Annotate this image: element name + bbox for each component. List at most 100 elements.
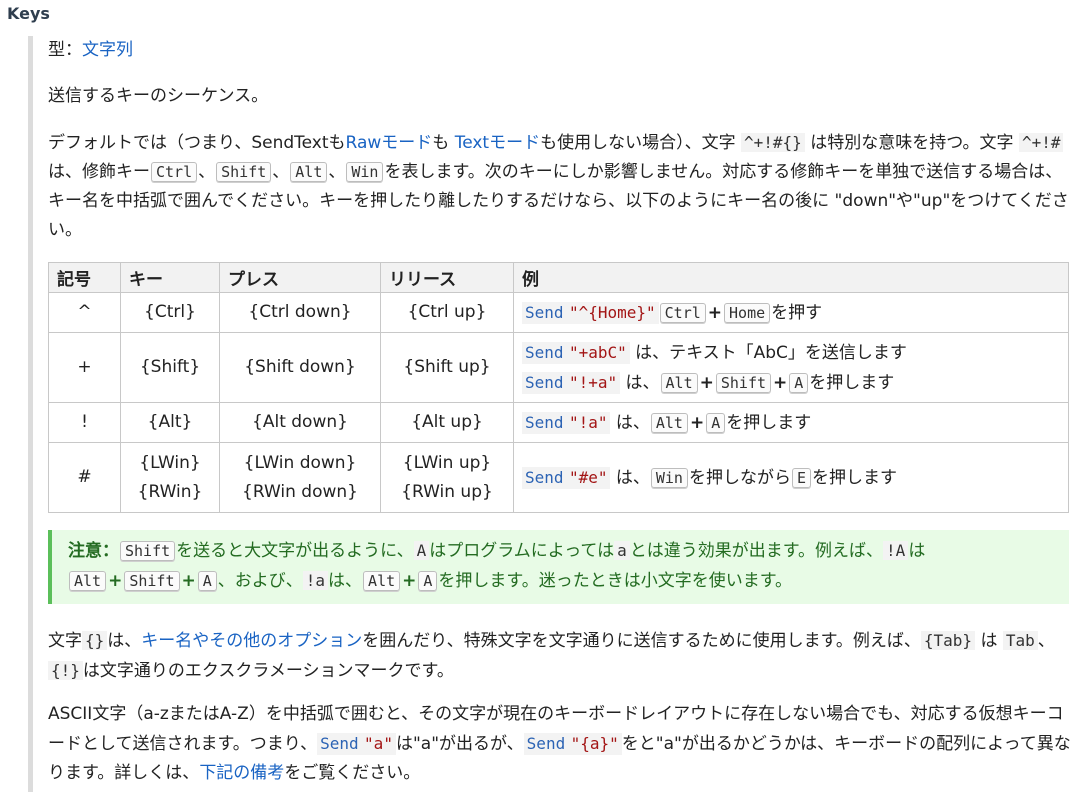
text: は、 — [620, 372, 660, 393]
example-line: Send "+abC" は、テキスト「AbC」を送信します — [522, 338, 1060, 368]
string-literal: "!a" — [568, 412, 608, 432]
key-rwin: {RWin} — [137, 481, 203, 502]
plus-sign: + — [699, 372, 714, 393]
kbd-alt: Alt — [290, 162, 328, 182]
text: は文字通りのエクスクラメーションマークです。 — [82, 661, 454, 681]
type-line: 型：文字列 — [48, 36, 133, 65]
code-bang-A: !A — [883, 541, 909, 560]
kbd-home: Home — [724, 302, 771, 323]
text: 、 — [198, 162, 216, 182]
raw-mode-link[interactable]: Rawモード — [346, 133, 433, 153]
cell-key: {Shift} — [120, 332, 220, 403]
code-modifier-chars: ^+!# — [1018, 133, 1064, 152]
text: を押します。迷ったときは小文字を使います。 — [438, 571, 793, 591]
plus-sign: + — [181, 571, 196, 591]
kbd-e: E — [791, 467, 811, 488]
type-label: 型： — [48, 40, 82, 60]
text: を押します — [812, 467, 897, 488]
text: をご覧ください。 — [284, 763, 421, 783]
kbd-shift: Shift — [120, 541, 176, 561]
text: は、テキスト「AbC」を送信します — [629, 342, 907, 363]
kbd-shift: Shift — [124, 571, 180, 591]
kbd-a: A — [789, 372, 809, 393]
text: 文字 — [48, 631, 82, 651]
remarks-link[interactable]: 下記の備考 — [199, 763, 284, 783]
cell-example: Send "+abC" は、テキスト「AbC」を送信します Send "!+a" … — [513, 332, 1069, 403]
kbd-win: Win — [650, 467, 688, 488]
code-a: a — [614, 541, 630, 560]
plus-sign: + — [707, 302, 723, 323]
kbd-alt: Alt — [660, 372, 698, 393]
keyword: Send — [525, 342, 564, 362]
header-key: キー — [120, 262, 220, 293]
cell-press: {Shift down} — [219, 332, 381, 403]
code-example: Send "!a" — [522, 411, 611, 434]
cell-press: {Alt down} — [219, 402, 381, 443]
code-bang-a: !a — [302, 571, 329, 590]
text: は、修飾キー — [48, 162, 150, 182]
cell-key: {Ctrl} — [120, 292, 220, 333]
cell-symbol: ! — [48, 402, 121, 443]
table-row: + {Shift} {Shift down} {Shift up} Send "… — [48, 332, 1069, 403]
cell-release: {LWin up} {RWin up} — [380, 442, 514, 513]
type-link[interactable]: 文字列 — [82, 40, 133, 60]
note-box: 注意： Shift を送ると大文字が出るように、 A はプログラムによっては a とは違う効… — [48, 530, 1069, 604]
code-special-chars: ^+!#{} — [741, 133, 805, 152]
code-example: Send "!+a" — [522, 371, 621, 394]
modifier-table: 記号 キー プレス リリース 例 ^ {Ctrl} {Ctrl down} {C… — [48, 262, 1069, 513]
code-tab: Tab — [1002, 631, 1038, 650]
code-braces: {} — [82, 631, 108, 650]
text: を押します — [809, 372, 895, 393]
cell-press: {Ctrl down} — [219, 292, 381, 333]
cell-example: Send "^{Home}" Ctrl + Home を押す — [513, 292, 1069, 333]
text: は、 — [107, 631, 142, 651]
text-mode-link[interactable]: Textモード — [455, 133, 540, 153]
text: は、 — [610, 412, 650, 433]
plus-sign: + — [402, 571, 417, 591]
cell-example: Send "!a" は、 Alt + A を押します — [513, 402, 1069, 443]
text: を押す — [771, 302, 823, 323]
key-names-link[interactable]: キー名やその他のオプション — [141, 631, 362, 651]
code-example: Send "^{Home}" — [522, 301, 659, 324]
example-line: Send "!+a" は、 Alt + Shift + A を押します — [522, 368, 1060, 398]
text: デフォルトでは（つまり、SendTextも — [48, 133, 346, 153]
code-example: Send "a" — [317, 733, 396, 755]
string-literal: "a" — [364, 734, 393, 753]
string-literal: "!+a" — [568, 372, 618, 392]
cell-key: {Alt} — [120, 402, 220, 443]
code-example: Send "#e" — [522, 466, 611, 489]
kbd-ctrl: Ctrl — [659, 302, 706, 323]
string-literal: "+abC" — [568, 342, 627, 362]
keyword: Send — [525, 412, 564, 432]
key-lwin: {LWin} — [139, 452, 201, 473]
text: も使用しない場合）、文字 — [540, 133, 741, 153]
keyword: Send — [525, 372, 564, 392]
cell-key: {LWin} {RWin} — [120, 442, 220, 513]
text: 、および、 — [217, 571, 303, 591]
cell-release: {Alt up} — [380, 402, 514, 443]
release-rwin: {RWin up} — [401, 481, 493, 502]
code-tab-braced: {Tab} — [920, 631, 976, 650]
code-exclamation: {!} — [48, 661, 83, 680]
keyword: Send — [320, 734, 359, 753]
text: 、 — [272, 162, 290, 182]
text: を送ると大文字が出るように、 — [176, 541, 414, 561]
code-A: A — [413, 541, 430, 560]
text: とは違う効果が出ます。例えば、 — [629, 541, 884, 561]
kbd-a: A — [197, 571, 217, 591]
text: 、 — [328, 162, 346, 182]
header-example: 例 — [513, 262, 1069, 293]
kbd-a: A — [706, 412, 726, 433]
text: を押しながら — [688, 467, 791, 488]
note-label: 注意： — [68, 541, 119, 561]
plus-sign: + — [689, 412, 705, 433]
ascii-paragraph: ASCII文字（a-zまたはA-Z）を中括弧で囲むと、その文字が現在のキーボード… — [48, 700, 1073, 788]
keyword: Send — [525, 467, 564, 487]
kbd-a: A — [418, 571, 438, 591]
keyword: Send — [526, 734, 566, 753]
string-literal: "#e" — [568, 467, 608, 487]
keyword: Send — [525, 302, 564, 322]
table-row: ! {Alt} {Alt down} {Alt up} Send "!a" は、… — [48, 402, 1069, 443]
description: 送信するキーのシーケンス。 — [48, 86, 269, 106]
text: 、 — [1037, 631, 1055, 651]
